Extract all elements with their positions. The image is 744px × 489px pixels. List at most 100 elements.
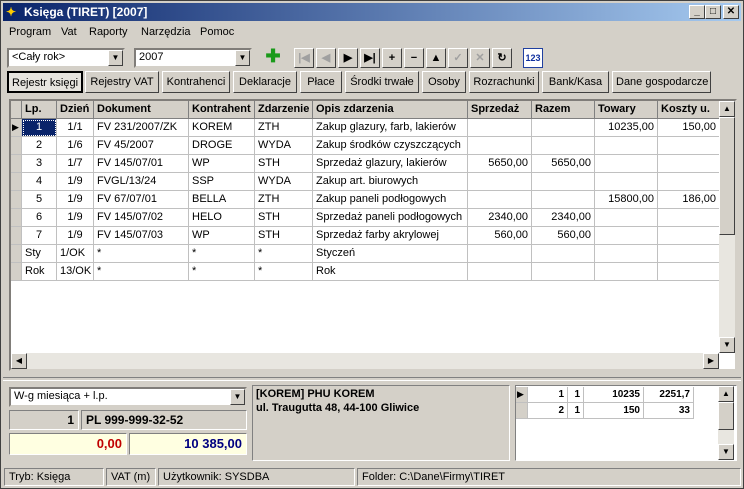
chevron-down-icon[interactable]: ▼ (230, 389, 245, 405)
table-cell[interactable]: Rok (313, 263, 468, 281)
table-cell[interactable]: * (94, 263, 189, 281)
scroll-down-icon[interactable]: ▼ (718, 444, 734, 460)
chevron-down-icon[interactable]: ▼ (235, 50, 250, 66)
chevron-down-icon[interactable]: ▼ (108, 50, 123, 66)
table-cell[interactable]: Rok (22, 263, 57, 281)
tab-kontrahenci[interactable]: Kontrahenci (162, 71, 230, 93)
tab-rejestr-ksiegi[interactable]: Rejestr księgi (7, 71, 83, 93)
table-cell[interactable]: SSP (189, 173, 255, 191)
nav-cancel-button[interactable]: ✕ (470, 48, 490, 68)
table-cell[interactable]: 2 (22, 137, 57, 155)
table-cell[interactable] (468, 173, 532, 191)
scroll-thumb[interactable] (719, 117, 735, 235)
tab-osoby[interactable]: Osoby (422, 71, 466, 93)
column-header-sprzedaz[interactable]: Sprzedaż (468, 101, 532, 119)
menu-vat[interactable]: Vat (61, 26, 77, 38)
table-cell[interactable]: WYDA (255, 173, 313, 191)
table-cell[interactable]: HELO (189, 209, 255, 227)
summary-cell[interactable]: 150 (584, 403, 644, 419)
table-cell[interactable]: DROGE (189, 137, 255, 155)
table-cell[interactable]: Sprzedaż glazury, lakierów (313, 155, 468, 173)
row-indicator[interactable] (11, 227, 22, 245)
table-cell[interactable]: 1/6 (57, 137, 94, 155)
table-cell[interactable] (658, 263, 720, 281)
summary-cell[interactable]: 33 (644, 403, 694, 419)
table-cell[interactable]: 1/9 (57, 191, 94, 209)
table-cell[interactable]: WYDA (255, 137, 313, 155)
tab-place[interactable]: Płace (300, 71, 342, 93)
table-cell[interactable]: STH (255, 209, 313, 227)
row-indicator[interactable] (11, 209, 22, 227)
period-select[interactable]: <Cały rok> ▼ (7, 48, 125, 68)
sort-order-select[interactable]: W-g miesiąca + l.p. ▼ (9, 387, 247, 407)
table-cell[interactable] (468, 191, 532, 209)
table-cell[interactable]: 5650,00 (468, 155, 532, 173)
row-indicator[interactable] (11, 191, 22, 209)
table-cell[interactable]: 1/9 (57, 227, 94, 245)
table-cell[interactable]: FV 145/07/02 (94, 209, 189, 227)
table-cell[interactable] (532, 263, 595, 281)
summary-cell[interactable]: 10235 (584, 387, 644, 403)
table-cell[interactable]: FV 45/2007 (94, 137, 189, 155)
current-row-indicator-icon[interactable]: ▶ (516, 387, 528, 403)
table-cell[interactable]: Styczeń (313, 245, 468, 263)
table-cell[interactable] (532, 173, 595, 191)
table-cell[interactable]: ZTH (255, 119, 313, 137)
table-cell[interactable]: Sprzedaż paneli podłogowych (313, 209, 468, 227)
tab-rejestry-vat[interactable]: Rejestry VAT (85, 71, 159, 93)
scroll-left-icon[interactable]: ◀ (11, 353, 27, 369)
table-cell[interactable]: 1/9 (57, 209, 94, 227)
table-cell[interactable]: 5650,00 (532, 155, 595, 173)
table-cell[interactable] (468, 245, 532, 263)
table-cell[interactable]: * (189, 263, 255, 281)
nav-next-button[interactable]: ▶ (338, 48, 358, 68)
table-cell[interactable] (595, 227, 658, 245)
summary-cell[interactable]: 1 (528, 387, 568, 403)
table-cell[interactable] (595, 137, 658, 155)
table-cell[interactable]: Zakup paneli podłogowych (313, 191, 468, 209)
table-cell[interactable]: 1/9 (57, 173, 94, 191)
table-cell[interactable] (532, 191, 595, 209)
table-cell[interactable] (595, 209, 658, 227)
table-cell[interactable]: * (94, 245, 189, 263)
table-cell[interactable] (658, 209, 720, 227)
table-cell[interactable]: 1/OK (57, 245, 94, 263)
table-cell[interactable]: Zakup środków czyszczących (313, 137, 468, 155)
scroll-up-icon[interactable]: ▲ (719, 101, 735, 117)
row-indicator[interactable] (11, 245, 22, 263)
nav-first-button[interactable]: |◀ (294, 48, 314, 68)
table-cell[interactable]: 6 (22, 209, 57, 227)
nav-prior-button[interactable]: ◀ (316, 48, 336, 68)
table-cell[interactable]: FV 231/2007/ZK (94, 119, 189, 137)
summary-grid[interactable]: ▶ 1 1 10235 2251,7 2 1 150 33 ▲ ▼ (515, 385, 737, 461)
nav-refresh-button[interactable]: ↻ (492, 48, 512, 68)
column-header-koszty[interactable]: Koszty u. (658, 101, 720, 119)
table-cell[interactable] (532, 245, 595, 263)
table-cell[interactable]: * (255, 245, 313, 263)
grid-vertical-scrollbar[interactable]: ▲ ▼ (719, 101, 735, 353)
table-cell[interactable]: 2340,00 (468, 209, 532, 227)
table-cell[interactable] (468, 263, 532, 281)
table-cell[interactable]: * (255, 263, 313, 281)
column-header-opis[interactable]: Opis zdarzenia (313, 101, 468, 119)
summary-cell[interactable]: 2251,7 (644, 387, 694, 403)
row-indicator[interactable] (11, 263, 22, 281)
ledger-grid[interactable]: Lp. Dzień Dokument Kontrahent Zdarzenie … (9, 99, 737, 371)
menu-raporty[interactable]: Raporty (89, 26, 128, 38)
table-cell[interactable]: * (189, 245, 255, 263)
table-cell[interactable] (532, 119, 595, 137)
table-cell[interactable]: 13/OK (57, 263, 94, 281)
table-cell[interactable]: FVGL/13/24 (94, 173, 189, 191)
row-indicator[interactable] (516, 403, 528, 419)
scroll-thumb[interactable] (718, 402, 734, 430)
summary-cell[interactable]: 1 (568, 387, 584, 403)
column-header-towary[interactable]: Towary (595, 101, 658, 119)
column-header-razem[interactable]: Razem (532, 101, 595, 119)
table-cell[interactable]: FV 67/07/01 (94, 191, 189, 209)
column-header-lp[interactable]: Lp. (22, 101, 57, 119)
close-button[interactable]: ✕ (723, 5, 739, 19)
table-cell[interactable]: 560,00 (532, 227, 595, 245)
table-cell[interactable]: 1/7 (57, 155, 94, 173)
table-cell[interactable]: 1/1 (57, 119, 94, 137)
table-cell[interactable] (658, 155, 720, 173)
